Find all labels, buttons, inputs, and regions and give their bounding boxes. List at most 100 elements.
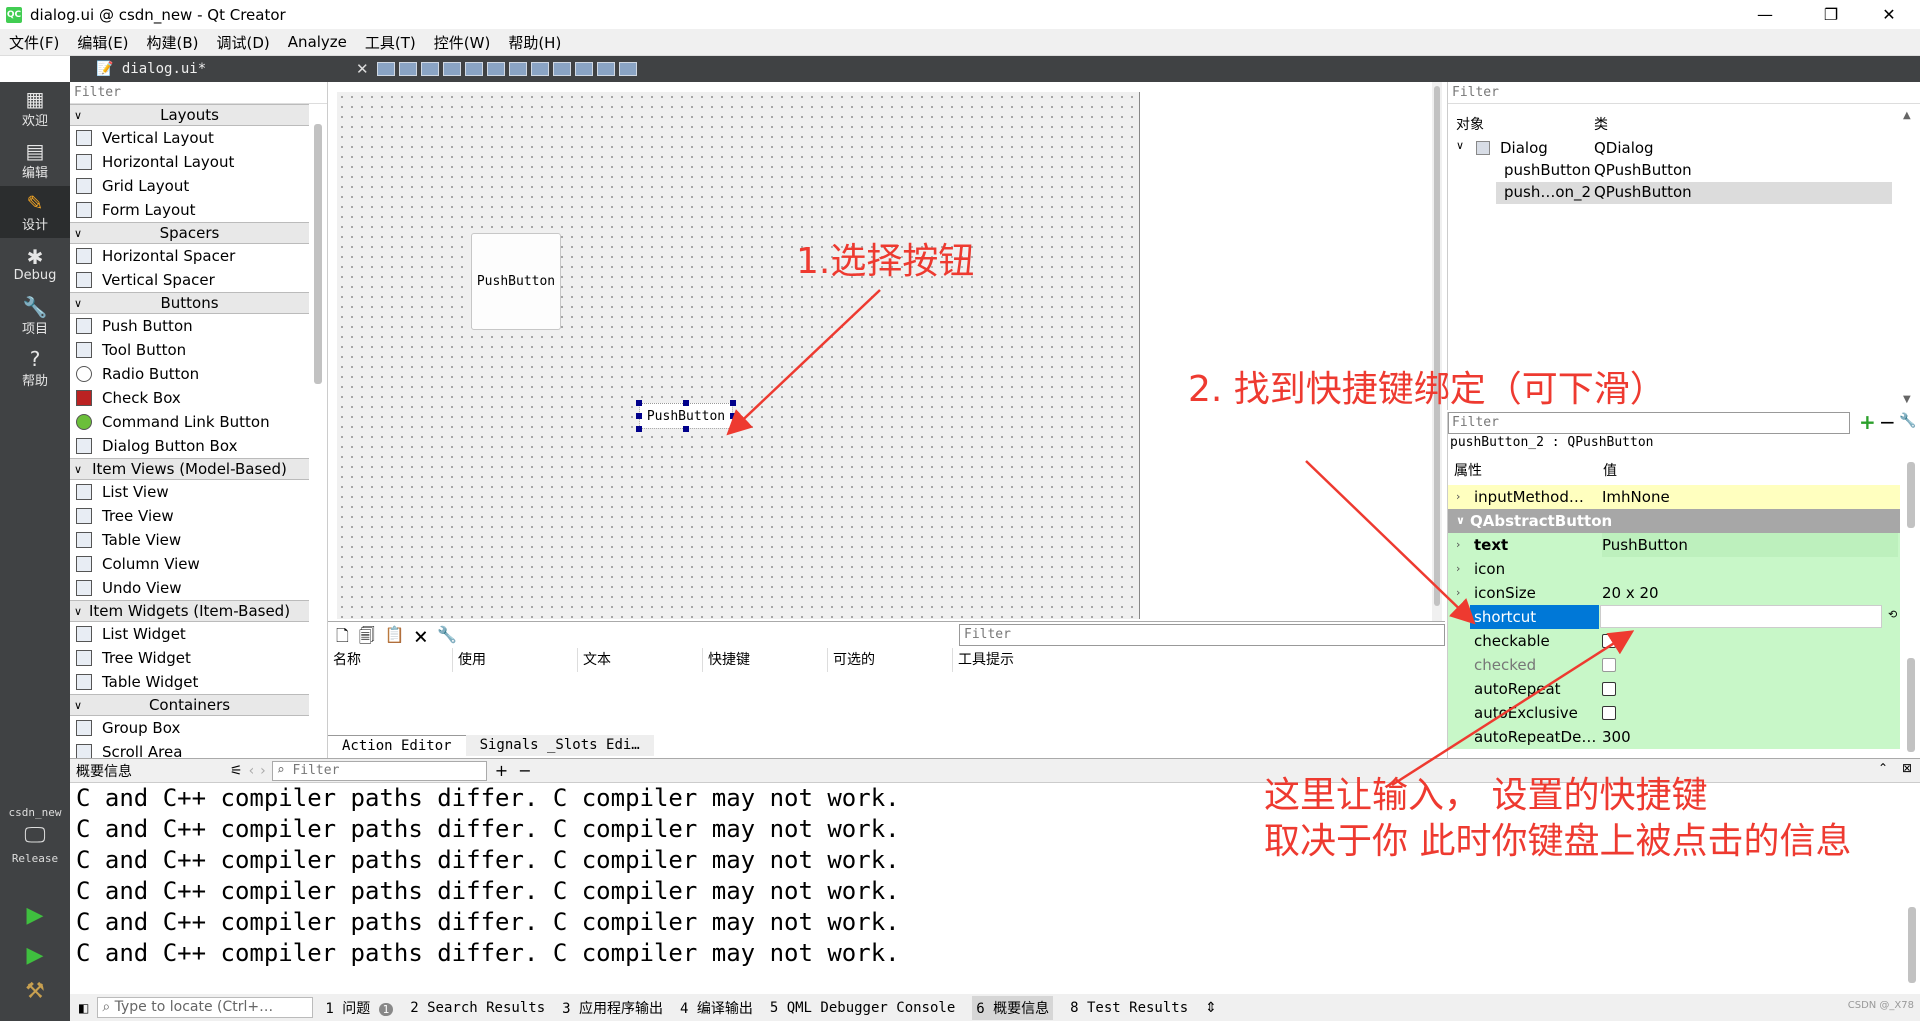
- tree-row-dialog[interactable]: ∨ Dialog QDialog: [1452, 138, 1892, 160]
- checkable-checkbox[interactable]: [1602, 634, 1616, 648]
- edit-tab-order-icon[interactable]: [442, 62, 461, 76]
- resize-handle[interactable]: [683, 400, 689, 406]
- mode-projects[interactable]: 🔧 项目: [0, 290, 70, 342]
- widget-category[interactable]: ∨ Layouts: [70, 104, 309, 126]
- tab-signals-slots[interactable]: Signals _Slots Edi…: [465, 735, 654, 756]
- debug-run-icon[interactable]: ▶: [22, 942, 48, 968]
- layout-grid-icon[interactable]: [574, 62, 593, 76]
- pane-test-results[interactable]: 8 Test Results: [1070, 1000, 1188, 1016]
- run-icon[interactable]: ▶: [22, 902, 48, 928]
- widget-item[interactable]: Form Layout: [70, 198, 327, 222]
- checked-checkbox[interactable]: [1602, 658, 1616, 672]
- menu-tools[interactable]: 工具(T): [356, 32, 425, 53]
- scroll-down-icon[interactable]: ▼: [1903, 394, 1911, 405]
- pane-issues[interactable]: 1 问题 1: [325, 998, 394, 1018]
- mode-design[interactable]: ✎ 设计: [0, 186, 70, 238]
- mode-edit[interactable]: ▤ 编辑: [0, 134, 70, 186]
- prop-row-shortcut[interactable]: shortcut ⟲: [1448, 605, 1900, 629]
- col-tooltip[interactable]: 工具提示: [953, 648, 1078, 672]
- widget-item[interactable]: Check Box: [70, 386, 327, 410]
- widget-filter-input[interactable]: Filter: [70, 82, 327, 104]
- filter-tools-icon[interactable]: ⚟: [230, 763, 243, 779]
- close-button[interactable]: ✕: [1866, 0, 1912, 29]
- close-pane-icon[interactable]: ⊠: [1902, 761, 1912, 775]
- kit-selector[interactable]: csdn_new 🖵 Release: [0, 806, 70, 865]
- edit-signals-icon[interactable]: [398, 62, 417, 76]
- adjust-size-icon[interactable]: [618, 62, 637, 76]
- chevron-down-icon[interactable]: ∨: [1456, 139, 1464, 152]
- widget-item[interactable]: Undo View: [70, 576, 327, 600]
- mode-debug[interactable]: ✱ Debug: [0, 238, 70, 290]
- prop-row-checked[interactable]: checked: [1448, 653, 1900, 677]
- prop-row-inputmethod[interactable]: › inputMethod… ImhNone: [1448, 485, 1900, 509]
- resize-handle[interactable]: [683, 426, 689, 432]
- layout-splitter-v-icon[interactable]: [530, 62, 549, 76]
- close-document-icon[interactable]: ✕: [356, 60, 369, 78]
- autorepeat-checkbox[interactable]: [1602, 682, 1616, 696]
- widget-scrollbar[interactable]: [314, 124, 322, 384]
- widget-item[interactable]: Column View: [70, 552, 327, 576]
- locator-input[interactable]: ⌕ Type to locate (Ctrl+…: [97, 997, 314, 1018]
- document-selector[interactable]: 📝 dialog.ui*: [96, 61, 356, 77]
- minus-icon[interactable]: −: [518, 761, 531, 780]
- widget-item[interactable]: Scroll Area: [70, 740, 327, 758]
- autoexclusive-checkbox[interactable]: [1602, 706, 1616, 720]
- tree-row-pushbutton-2[interactable]: push…on_2 QPushButton: [1496, 182, 1892, 204]
- scroll-up-icon[interactable]: ▲: [1903, 110, 1911, 121]
- resize-handle[interactable]: [636, 400, 642, 406]
- break-layout-icon[interactable]: [596, 62, 615, 76]
- col-checkable[interactable]: 可选的: [828, 648, 953, 672]
- mode-help[interactable]: ? 帮助: [0, 342, 70, 394]
- menu-build[interactable]: 构建(B): [138, 32, 208, 53]
- widget-category[interactable]: ∨ Buttons: [70, 292, 309, 314]
- widget-item[interactable]: Tool Button: [70, 338, 327, 362]
- widget-item[interactable]: Dialog Button Box: [70, 434, 327, 458]
- pane-menu-icon[interactable]: ⇕: [1205, 1000, 1217, 1016]
- col-shortcut[interactable]: 快捷键: [703, 648, 828, 672]
- widget-item[interactable]: List View: [70, 480, 327, 504]
- resize-handle[interactable]: [730, 426, 736, 432]
- next-icon[interactable]: ›: [260, 763, 266, 779]
- resize-handle[interactable]: [636, 426, 642, 432]
- menu-debug[interactable]: 调试(D): [208, 32, 279, 53]
- resize-handle[interactable]: [730, 413, 736, 419]
- widget-item[interactable]: List Widget: [70, 622, 327, 646]
- dialog-form[interactable]: PushButton PushButton: [337, 92, 1140, 619]
- maximize-pane-icon[interactable]: ⌃: [1878, 761, 1888, 775]
- output-scrollbar[interactable]: [1908, 907, 1916, 983]
- add-icon[interactable]: +: [495, 761, 508, 780]
- property-scrollbar[interactable]: [1907, 462, 1915, 528]
- remove-property-icon[interactable]: −: [1879, 412, 1896, 434]
- widget-item[interactable]: Command Link Button: [70, 410, 327, 434]
- pane-general-messages[interactable]: 6 概要信息: [972, 995, 1054, 1020]
- prop-row-autorepeatdelay[interactable]: autoRepeatDe… 300: [1448, 725, 1900, 749]
- menu-edit[interactable]: 编辑(E): [68, 32, 137, 53]
- add-property-icon[interactable]: +: [1859, 412, 1876, 434]
- resize-handle[interactable]: [636, 413, 642, 419]
- edit-widgets-icon[interactable]: [376, 62, 395, 76]
- prop-row-icon[interactable]: › icon: [1448, 557, 1900, 581]
- widget-category[interactable]: ∨ Item Widgets (Item-Based): [70, 600, 309, 622]
- layout-form-icon[interactable]: [552, 62, 571, 76]
- mode-welcome[interactable]: ▦ 欢迎: [0, 82, 70, 134]
- property-scrollbar-lower[interactable]: [1907, 658, 1915, 752]
- reset-icon[interactable]: ⟲: [1888, 603, 1897, 627]
- layout-vertical-icon[interactable]: [486, 62, 505, 76]
- widget-item[interactable]: Radio Button: [70, 362, 327, 386]
- pane-qml-debugger[interactable]: 5 QML Debugger Console: [770, 1000, 955, 1016]
- prop-group-qabstractbutton[interactable]: ∨ QAbstractButton: [1448, 509, 1900, 533]
- menu-widgets[interactable]: 控件(W): [425, 32, 500, 53]
- pane-search-results[interactable]: 2 Search Results: [410, 1000, 545, 1016]
- col-name[interactable]: 名称: [328, 648, 453, 672]
- col-text[interactable]: 文本: [578, 648, 703, 672]
- widget-item[interactable]: Tree View: [70, 504, 327, 528]
- pane-compile-output[interactable]: 4 编译输出: [680, 998, 753, 1018]
- widget-item[interactable]: Tree Widget: [70, 646, 327, 670]
- widget-item[interactable]: Push Button: [70, 314, 327, 338]
- menu-analyze[interactable]: Analyze: [279, 33, 356, 51]
- widget-category[interactable]: ∨ Item Views (Model-Based): [70, 458, 309, 480]
- widget-category[interactable]: ∨ Containers: [70, 694, 309, 716]
- edit-buddies-icon[interactable]: [420, 62, 439, 76]
- col-used[interactable]: 使用: [453, 648, 578, 672]
- resize-handle[interactable]: [730, 400, 736, 406]
